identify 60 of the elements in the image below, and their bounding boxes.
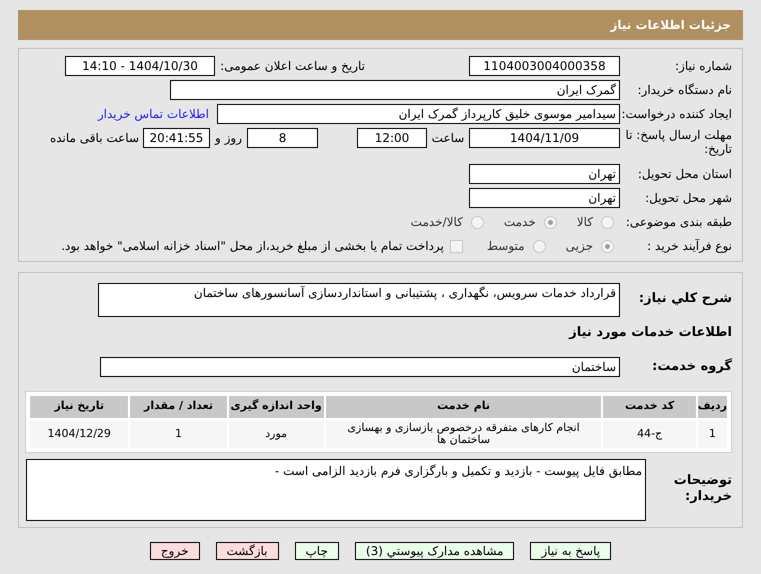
- radio-button[interactable]: [532, 240, 546, 252]
- field-label: نام دستگاه خریدار:: [636, 82, 732, 99]
- radio-label: کالا: [576, 214, 593, 231]
- radio-button[interactable]: [544, 216, 557, 228]
- table-cell: 1: [130, 420, 227, 448]
- input-field[interactable]: 1404/11/09: [469, 128, 620, 148]
- field-label: شهر محل تحویل:: [644, 190, 732, 207]
- table-cell: انجام کارهای متفرقه درخصوص بازسازی و بهسازی ساختمان ها: [326, 420, 602, 448]
- radio-label: خدمت: [504, 214, 536, 231]
- input-field[interactable]: 8: [247, 128, 318, 148]
- field-label: توضیحات خریدار:: [672, 472, 732, 504]
- action-button[interactable]: مشاهده مدارک پیوستي (3): [354, 542, 514, 560]
- action-button[interactable]: بازگشت: [216, 542, 278, 560]
- input-field[interactable]: ساختمان: [100, 356, 620, 376]
- field-label: استان محل تحویل:: [636, 166, 732, 183]
- column-header: نام خدمت: [326, 396, 602, 418]
- checkbox[interactable]: [450, 240, 463, 252]
- radio-label: متوسط: [486, 238, 525, 255]
- table-cell: ج-44: [603, 420, 696, 448]
- checkbox-label: پرداخت تمام یا بخشی از مبلغ خرید،از محل "اسناد خزانه اسلامی" خواهد بود.: [61, 238, 444, 255]
- table-cell: 1404/12/29: [30, 420, 128, 448]
- radio-button[interactable]: [601, 240, 614, 252]
- contact-link[interactable]: اطلاعات تماس خریدار: [98, 105, 209, 123]
- field-label: تاریخ و ساعت اعلان عمومی:: [219, 58, 365, 75]
- action-button[interactable]: پاسخ به نیاز: [530, 542, 612, 560]
- input-field[interactable]: 1404/10/30 - 14:10: [65, 56, 215, 76]
- column-header: تاریخ نیاز: [30, 396, 128, 418]
- field-label: روز و: [214, 130, 243, 147]
- countdown-field: 20:41:55: [143, 128, 210, 148]
- input-field[interactable]: گمرک ایران: [170, 80, 620, 100]
- field-label: نوع فرآیند خرید :: [646, 238, 732, 255]
- text-area[interactable]: مطابق فایل پیوست - بازدید و تکمیل و بارگزاری فرم بازدید الزامی است -: [26, 458, 646, 520]
- action-button[interactable]: خروج: [150, 542, 200, 560]
- text-area[interactable]: قرارداد خدمات سرویس، نگهداری ، پشتیبانی و استانداردسازی آسانسورهای ساختمان: [98, 283, 620, 317]
- field-label: ایجاد کننده درخواست:: [620, 106, 732, 123]
- field-label: طبقه بندی موضوعی:: [624, 214, 732, 231]
- radio-label: کالا/خدمت: [410, 214, 463, 231]
- table-cell: 1: [698, 420, 727, 448]
- input-field[interactable]: تهران: [469, 188, 620, 208]
- radio-button[interactable]: [470, 216, 484, 228]
- column-header: واحد اندازه گیری: [228, 396, 324, 418]
- input-field[interactable]: تهران: [469, 164, 620, 184]
- field-label: گروه خدمت:: [651, 357, 732, 376]
- radio-button[interactable]: [601, 216, 614, 228]
- column-header: کد خدمت: [603, 396, 696, 418]
- input-field[interactable]: 1104003004000358: [469, 56, 620, 76]
- section-heading: اطلاعات خدمات مورد نیاز: [569, 324, 732, 342]
- field-label: ساعت: [430, 130, 466, 147]
- radio-label: جزیی: [566, 238, 593, 255]
- field-label: ساعت باقی مانده: [50, 130, 139, 147]
- field-label: مهلت ارسال پاسخ: تا تاریخ:: [624, 128, 732, 156]
- table-cell: مورد: [228, 420, 324, 448]
- field-label: شرح کلي نياز:: [638, 290, 732, 308]
- page-title: جزئیات اطلاعات نیاز: [610, 17, 731, 34]
- column-header: تعداد / مقدار: [130, 396, 227, 418]
- column-header: ردیف: [698, 396, 727, 418]
- field-label: شماره نیاز:: [674, 58, 732, 75]
- input-field[interactable]: 12:00: [357, 128, 427, 148]
- action-button[interactable]: چاپ: [294, 542, 339, 560]
- input-field[interactable]: سیدامیر موسوی خلیق کارپرداز گمرک ایران: [217, 104, 620, 124]
